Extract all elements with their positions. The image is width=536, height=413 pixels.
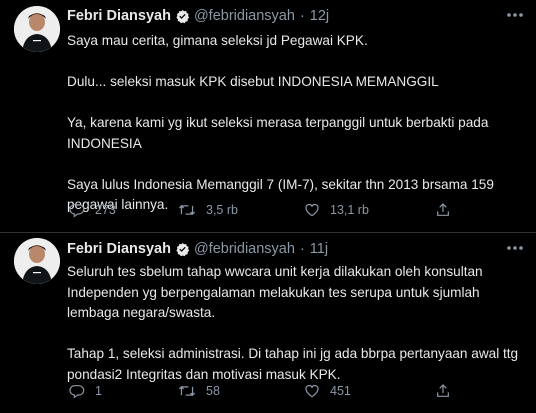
- tweet-paragraph: Ya, karena kami yg ikut seleksi merasa t…: [67, 115, 489, 151]
- tweet-timestamp[interactable]: 12j: [310, 8, 329, 24]
- tweet-actions: 1 58 451: [67, 381, 467, 401]
- tweet-header: Febri Diansyah @febridiansyah · 12j: [67, 6, 526, 26]
- share-button[interactable]: [435, 381, 451, 401]
- more-options-icon[interactable]: [504, 6, 526, 24]
- author-name[interactable]: Febri Diansyah: [67, 8, 171, 24]
- share-icon: [437, 384, 449, 397]
- like-icon: [305, 384, 319, 398]
- reply-button[interactable]: 1: [69, 381, 102, 401]
- tweet-text: Seluruh tes sbelum tahap wwcara unit ker…: [67, 262, 522, 385]
- author-handle[interactable]: @febridiansyah: [194, 241, 295, 257]
- reply-count: 273: [95, 203, 116, 217]
- like-count: 13,1 rb: [330, 203, 369, 217]
- tweet-paragraph: Tahap 1, seleksi administrasi. Di tahap …: [67, 346, 519, 382]
- tweet-timestamp[interactable]: 11j: [310, 241, 328, 257]
- separator-dot: ·: [299, 8, 305, 24]
- tweet-paragraph: Saya mau cerita, gimana seleksi jd Pegaw…: [67, 33, 368, 48]
- retweet-button[interactable]: 58: [178, 381, 220, 401]
- retweet-button[interactable]: 3,5 rb: [178, 200, 238, 220]
- verified-badge-icon: [175, 242, 190, 257]
- tweet-paragraph: Dulu... seleksi masuk KPK disebut INDONE…: [67, 74, 439, 89]
- verified-badge-icon: [175, 9, 190, 24]
- author-avatar[interactable]: [14, 238, 60, 284]
- reply-button[interactable]: 273: [69, 200, 116, 220]
- reply-icon: [69, 385, 85, 399]
- more-options-icon[interactable]: [504, 239, 526, 257]
- tweet-actions: 273 3,5 rb 13,1 rb: [67, 200, 467, 220]
- like-button[interactable]: 13,1 rb: [304, 200, 369, 220]
- retweet-icon: [178, 385, 196, 397]
- tweet-text: Saya mau cerita, gimana seleksi jd Pegaw…: [67, 31, 522, 216]
- share-icon: [437, 203, 449, 216]
- share-button[interactable]: [435, 200, 451, 220]
- like-icon: [305, 203, 319, 217]
- tweet-paragraph: Seluruh tes sbelum tahap wwcara unit ker…: [67, 264, 483, 320]
- reply-count: 1: [95, 384, 102, 398]
- tweet-1[interactable]: Febri Diansyah @febridiansyah · 12j Saya…: [0, 0, 536, 232]
- separator-dot: ·: [299, 241, 305, 257]
- author-name[interactable]: Febri Diansyah: [67, 241, 171, 257]
- like-button[interactable]: 451: [304, 381, 351, 401]
- author-avatar[interactable]: [14, 6, 60, 52]
- retweet-icon: [178, 204, 196, 216]
- reply-icon: [69, 204, 85, 218]
- like-count: 451: [330, 384, 351, 398]
- retweet-count: 3,5 rb: [206, 203, 238, 217]
- tweet-header: Febri Diansyah @febridiansyah · 11j: [67, 239, 526, 259]
- tweet-2[interactable]: Febri Diansyah @febridiansyah · 11j Selu…: [0, 233, 536, 413]
- retweet-count: 58: [206, 384, 220, 398]
- author-handle[interactable]: @febridiansyah: [194, 8, 295, 24]
